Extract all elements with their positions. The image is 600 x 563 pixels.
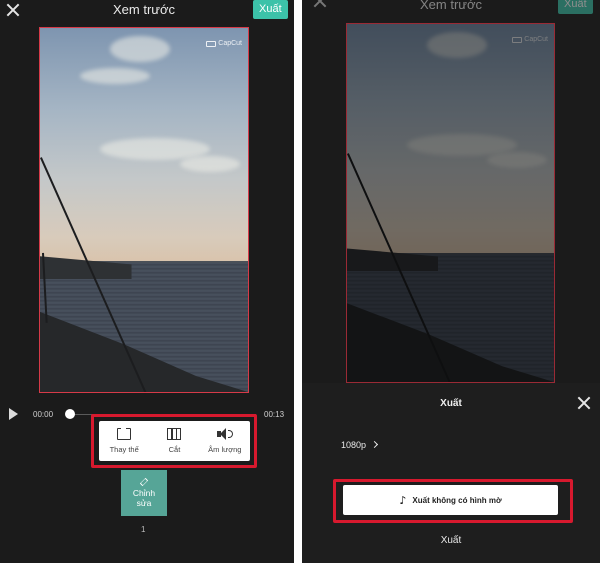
close-icon[interactable] bbox=[5, 2, 21, 18]
top-bar: Xem trước Xuất bbox=[302, 0, 600, 22]
export-button[interactable]: Xuất bbox=[253, 0, 288, 19]
volume-label: Âm lượng bbox=[208, 445, 242, 454]
play-icon[interactable] bbox=[9, 408, 18, 420]
edit-button[interactable]: Chỉnh sửa bbox=[121, 470, 167, 516]
replace-label: Thay thế bbox=[109, 445, 139, 454]
video-preview[interactable]: CapCut bbox=[39, 27, 249, 393]
video-preview: CapCut bbox=[346, 23, 555, 383]
replace-icon bbox=[117, 426, 132, 440]
chevron-right-icon bbox=[370, 440, 379, 449]
export-no-watermark-button[interactable]: ♪ Xuất không có hình mờ bbox=[343, 485, 558, 515]
current-time: 00:00 bbox=[33, 410, 54, 419]
watermark-text: CapCut bbox=[218, 40, 242, 47]
edit-label-line2: sửa bbox=[136, 497, 152, 508]
clip-index: 1 bbox=[141, 525, 146, 534]
export-sheet: Xuất 1080p ♪ Xuất không có hình mờ Xuất bbox=[302, 383, 600, 563]
close-sheet-icon[interactable] bbox=[576, 395, 590, 409]
replace-button[interactable]: Thay thế bbox=[101, 426, 147, 454]
close-icon[interactable] bbox=[312, 0, 328, 9]
sheet-title: Xuất bbox=[440, 398, 462, 409]
export-no-watermark-label: Xuất không có hình mờ bbox=[412, 495, 502, 505]
tiktok-icon: ♪ bbox=[399, 493, 407, 507]
total-time: 00:13 bbox=[264, 410, 285, 419]
clip-tools-popup: Thay thế Cắt Âm lượng bbox=[99, 421, 250, 461]
export-screen: Xem trước Xuất CapCut Xuất 1080p ♪ Xuất … bbox=[302, 0, 600, 563]
top-bar: Xem trước Xuất bbox=[0, 0, 294, 22]
volume-button[interactable]: Âm lượng bbox=[202, 428, 248, 454]
crop-icon bbox=[167, 428, 182, 440]
resolution-value: 1080p bbox=[341, 440, 367, 450]
export-plain-button[interactable]: Xuất bbox=[302, 535, 600, 546]
preview-screen: Xem trước Xuất CapCut 00:00 00:13 Thay t… bbox=[0, 0, 294, 563]
export-button[interactable]: Xuất bbox=[558, 0, 593, 14]
playhead-knob[interactable] bbox=[65, 409, 75, 419]
crop-label: Cắt bbox=[168, 445, 181, 454]
volume-icon bbox=[216, 428, 233, 440]
resolution-selector[interactable]: 1080p bbox=[341, 440, 379, 450]
page-title: Xem trước bbox=[420, 0, 483, 12]
pencil-icon bbox=[139, 477, 149, 486]
capcut-logo-icon bbox=[206, 40, 217, 47]
crop-button[interactable]: Cắt bbox=[151, 428, 197, 454]
page-title: Xem trước bbox=[113, 2, 176, 17]
watermark: CapCut bbox=[206, 40, 242, 47]
